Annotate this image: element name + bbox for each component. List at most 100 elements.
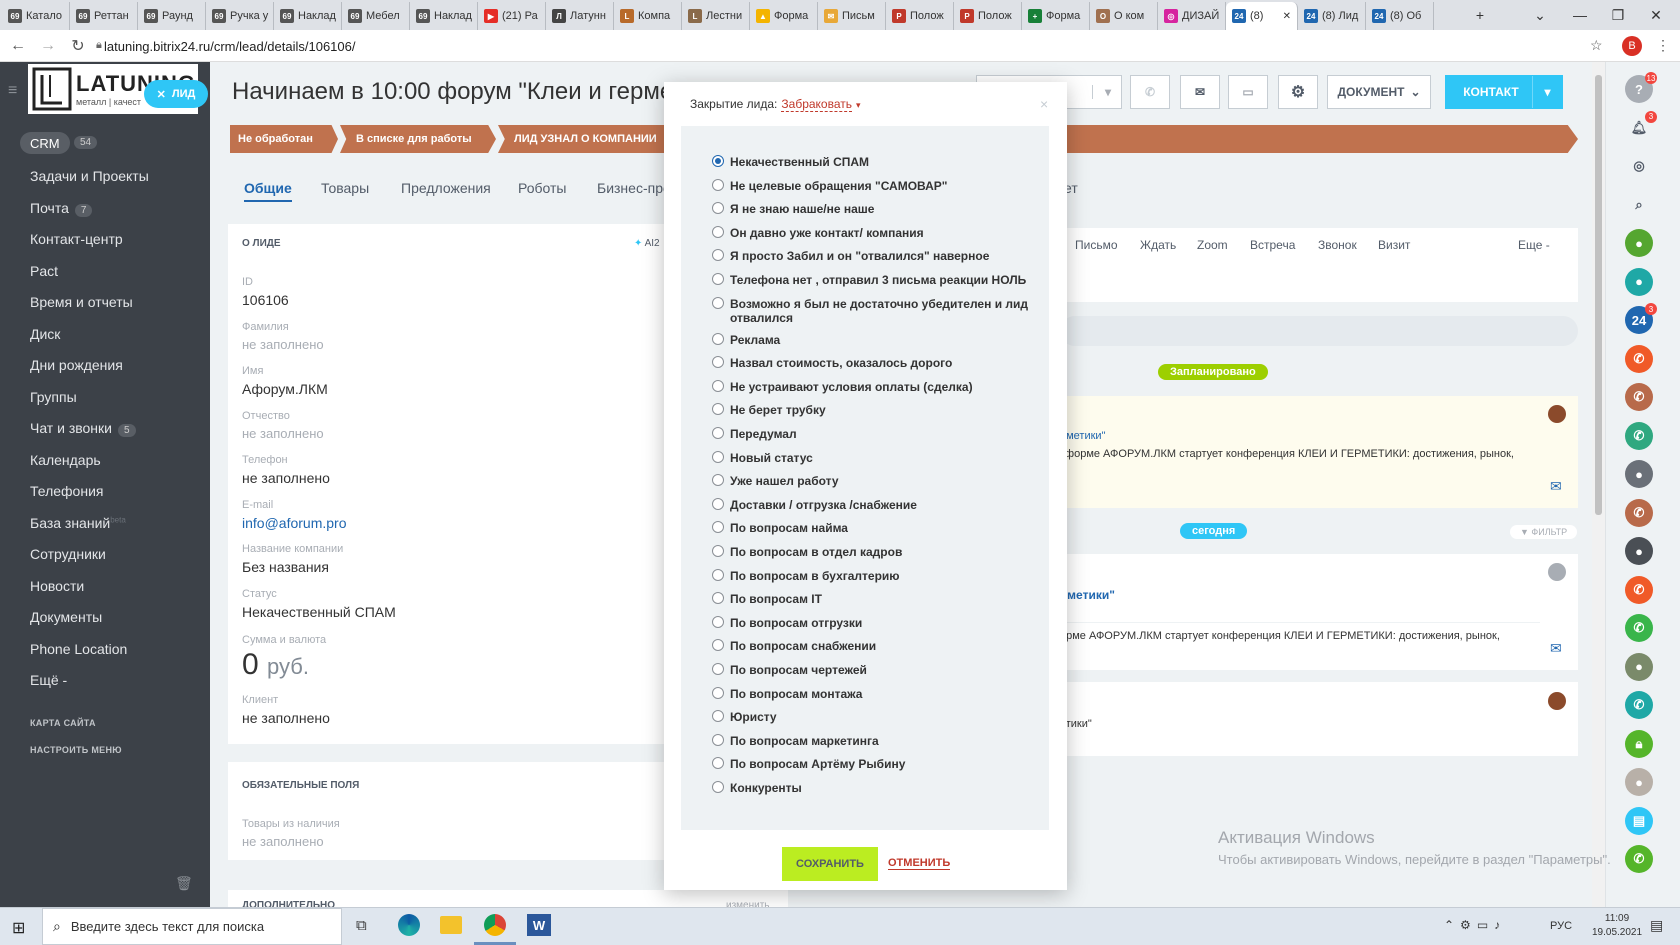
browser-tab[interactable]: 24 (8) Лид xyxy=(1298,2,1366,30)
timeline-action-tab[interactable]: Встреча xyxy=(1250,238,1295,252)
sidebar-item[interactable]: Phone Location xyxy=(30,641,127,657)
close-reason-option[interactable]: Не берет трубку xyxy=(712,403,1042,417)
cancel-button[interactable]: ОТМЕНИТЬ xyxy=(888,857,951,870)
close-status-select[interactable]: Забраковать xyxy=(781,97,853,112)
close-reason-option[interactable]: Не целевые обращения "САМОВАР" xyxy=(712,178,1042,193)
maximize-icon[interactable]: ❐ xyxy=(1606,0,1630,30)
browser-tab[interactable]: 69 Мебел xyxy=(342,2,410,30)
chat-icon[interactable]: ▭ xyxy=(1228,75,1268,109)
browser-tab[interactable]: L Лестни xyxy=(682,2,750,30)
tab-business-processes[interactable]: Бизнес-про xyxy=(597,180,671,196)
sidebar-item[interactable]: Дни рождения xyxy=(30,357,123,373)
bookmark-star-icon[interactable]: ☆ xyxy=(1590,37,1603,54)
browser-tab[interactable]: Л Латунн xyxy=(546,2,614,30)
close-reason-option[interactable]: Доставки / отгрузка /снабжение xyxy=(712,497,1042,512)
timeline-action-tab[interactable]: Ждать xyxy=(1140,238,1176,252)
stage-lead-learned[interactable]: ЛИД УЗНАЛ О КОМПАНИИ xyxy=(498,125,668,153)
radio-button[interactable] xyxy=(712,663,724,675)
more-actions-button[interactable]: Еще - xyxy=(1518,238,1550,252)
browser-tab[interactable]: ✉ Письм xyxy=(818,2,886,30)
system-tray-icons[interactable]: ⌃⚙▭♪ xyxy=(1444,918,1506,932)
radio-button[interactable] xyxy=(712,332,724,345)
timeline-action-tab[interactable]: Zoom xyxy=(1197,238,1228,252)
close-reason-option[interactable]: По вопросам чертежей xyxy=(712,663,1042,677)
browser-tab[interactable]: P Полож xyxy=(954,2,1022,30)
radio-button[interactable] xyxy=(712,757,724,770)
close-reason-option[interactable]: По вопросам отгрузки xyxy=(712,615,1042,630)
timeline-action-tab[interactable]: Письмо xyxy=(1075,238,1118,252)
new-tab-button[interactable]: + xyxy=(1466,0,1494,30)
settings-gear-icon[interactable]: ⚙ xyxy=(1278,75,1318,109)
timeline-action-tab[interactable]: Визит xyxy=(1378,238,1410,252)
tab-general[interactable]: Общие xyxy=(244,180,292,202)
lock-icon[interactable]: 🔒︎ xyxy=(1625,729,1653,758)
close-reason-option[interactable]: Передумал xyxy=(712,427,1042,441)
radio-button[interactable] xyxy=(712,497,724,510)
radio-button[interactable] xyxy=(712,733,724,746)
lock-icon[interactable]: 🔒︎ xyxy=(96,39,102,52)
history-email-title[interactable]: рметики" xyxy=(1060,588,1115,602)
browser-tab[interactable]: 24 (8) ✕ xyxy=(1226,2,1298,30)
close-tab-icon[interactable]: ✕ xyxy=(1283,11,1291,22)
call-icon[interactable]: ✆ xyxy=(1625,845,1653,873)
close-reason-option[interactable]: По вопросам найма xyxy=(712,521,1042,535)
forward-icon[interactable]: → xyxy=(36,37,60,55)
browser-tab[interactable]: О О ком xyxy=(1090,2,1158,30)
lead-close-button[interactable]: ✕ ЛИД xyxy=(144,80,208,108)
radio-button[interactable] xyxy=(712,273,724,285)
history-email-card[interactable] xyxy=(1060,554,1578,670)
browser-tab[interactable]: ▶ (21) Ра xyxy=(478,2,546,30)
sidebar-item[interactable]: Сотрудники xyxy=(30,546,106,562)
clock[interactable]: 11:09 19.05.2021 xyxy=(1592,912,1642,940)
search-icon[interactable]: ⌕ xyxy=(1625,191,1653,219)
taskbar-search-field[interactable]: ⌕ Введите здесь текст для поиска xyxy=(42,908,342,945)
dialog-close-icon[interactable]: × xyxy=(1040,96,1048,112)
sidebar-item[interactable]: Новости xyxy=(30,578,84,594)
sidebar-item[interactable]: Почта 7 xyxy=(30,200,93,217)
radio-button[interactable] xyxy=(712,615,724,628)
timeline-comment-field[interactable] xyxy=(1060,316,1578,346)
close-reason-option[interactable]: Уже нашел работу xyxy=(712,474,1042,488)
close-reason-option[interactable]: Некачественный СПАМ xyxy=(712,155,1042,169)
user-avatar[interactable]: ● xyxy=(1625,537,1653,565)
field-value[interactable]: info@aforum.pro xyxy=(242,515,346,531)
close-reason-option[interactable]: Я просто Забил и он "отвалился" наверное xyxy=(712,249,1042,263)
sidebar-item[interactable]: Время и отчеты xyxy=(30,294,133,310)
edge-icon[interactable] xyxy=(398,914,420,936)
stage-bar-right[interactable] xyxy=(1066,125,1578,153)
notifications-icon[interactable]: ▤ xyxy=(1650,917,1663,934)
radio-button[interactable] xyxy=(712,296,724,309)
user-avatar[interactable]: ● xyxy=(1625,652,1653,681)
call-icon[interactable]: ✆ xyxy=(1625,614,1653,642)
sidebar-item[interactable]: Группы xyxy=(30,389,77,405)
user-avatar[interactable]: ● xyxy=(1625,768,1653,796)
radio-button[interactable] xyxy=(712,178,724,191)
document-button[interactable]: ДОКУМЕНТ ⌄ xyxy=(1327,75,1431,109)
trash-icon[interactable]: 🗑︎ xyxy=(175,875,193,892)
contact-button[interactable]: КОНТАКТ ▾ xyxy=(1445,75,1563,109)
browser-tab[interactable]: 69 Наклад xyxy=(410,2,478,30)
radio-button[interactable] xyxy=(712,202,724,215)
history-item-card[interactable] xyxy=(1060,682,1578,756)
filter-button[interactable]: ▼ ФИЛЬТР xyxy=(1510,525,1578,539)
browser-tab[interactable]: + Форма xyxy=(1022,2,1090,30)
browser-tab[interactable]: 69 Реттан xyxy=(70,2,138,30)
close-reason-option[interactable]: По вопросам в отдел кадров xyxy=(712,545,1042,559)
task-view-icon[interactable]: ⧉ xyxy=(356,917,367,934)
tab-products[interactable]: Товары xyxy=(321,180,369,196)
close-reason-option[interactable]: По вопросам монтажа xyxy=(712,686,1042,701)
sidebar-item[interactable]: Диск xyxy=(30,326,60,342)
email-icon[interactable]: ✉ xyxy=(1180,75,1220,109)
minimize-icon[interactable]: — xyxy=(1568,0,1592,30)
hamburger-menu-icon[interactable]: ≡ xyxy=(8,82,17,100)
browser-tab[interactable]: P Полож xyxy=(886,2,954,30)
call-icon[interactable]: ✆ xyxy=(1625,691,1653,719)
close-reason-option[interactable]: По вопросам маркетинга xyxy=(712,733,1042,748)
url-field[interactable]: latuning.bitrix24.ru/crm/lead/details/10… xyxy=(104,36,355,56)
profile-avatar[interactable]: В xyxy=(1622,35,1642,56)
close-reason-option[interactable]: Юристу xyxy=(712,710,1042,724)
close-reason-option[interactable]: Конкуренты xyxy=(712,781,1042,795)
browser-tab[interactable]: L Компа xyxy=(614,2,682,30)
tab-offers[interactable]: Предложения xyxy=(401,180,491,196)
sidebar-item[interactable]: Документы xyxy=(30,609,102,625)
